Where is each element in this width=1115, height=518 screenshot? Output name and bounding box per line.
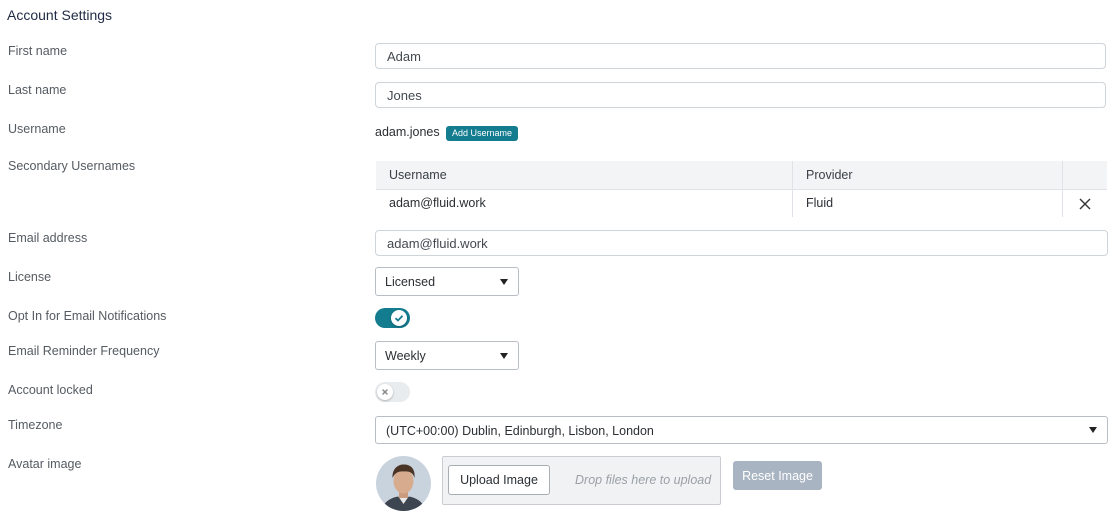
timezone-label: Timezone [8,418,63,432]
avatar-dropzone[interactable]: Upload Image Drop files here to upload [442,456,721,505]
secondary-usernames-label: Secondary Usernames [8,159,136,173]
caret-down-icon [1089,427,1097,433]
caret-down-icon [500,279,508,285]
last-name-label: Last name [8,83,67,97]
reminder-frequency-select[interactable]: Weekly [375,341,519,370]
column-divider [792,161,793,217]
table-header [376,161,1107,190]
toggle-knob [391,310,407,326]
username-value: adam.jones [375,125,440,139]
email-input[interactable] [375,230,1108,256]
username-label: Username [8,122,66,136]
reset-image-button[interactable]: Reset Image [733,461,822,490]
dropzone-text: Drop files here to upload [575,473,712,487]
reminder-frequency-label: Email Reminder Frequency [8,344,160,358]
close-icon[interactable] [1079,198,1091,210]
caret-down-icon [500,353,508,359]
first-name-label: First name [8,44,68,58]
last-name-input[interactable] [375,82,1106,108]
upload-image-button[interactable]: Upload Image [448,465,550,495]
license-select-value: Licensed [385,275,436,289]
avatar-label: Avatar image [8,457,82,471]
table-cell-username: adam@fluid.work [389,196,486,210]
toggle-knob [377,384,393,400]
avatar [376,456,431,511]
email-label: Email address [8,231,88,245]
account-locked-toggle[interactable] [375,382,410,402]
license-label: License [8,270,52,284]
check-icon [394,315,404,322]
email-notifications-toggle[interactable] [375,308,410,328]
first-name-input[interactable] [375,43,1106,69]
reminder-frequency-value: Weekly [385,349,426,363]
column-divider [1062,161,1063,217]
column-header-username: Username [389,168,447,182]
table-cell-provider: Fluid [806,196,834,210]
license-select[interactable]: Licensed [375,267,519,296]
email-notifications-label: Opt In for Email Notifications [8,309,167,323]
account-locked-label: Account locked [8,383,93,397]
add-username-button[interactable]: Add Username [446,126,519,141]
column-header-provider: Provider [806,168,853,182]
secondary-usernames-table: Username Provider adam@fluid.work Fluid [376,161,1107,217]
timezone-value: (UTC+00:00) Dublin, Edinburgh, Lisbon, L… [386,424,654,438]
x-icon [382,389,388,395]
timezone-select[interactable]: (UTC+00:00) Dublin, Edinburgh, Lisbon, L… [375,416,1108,444]
page-title: Account Settings [7,7,113,23]
